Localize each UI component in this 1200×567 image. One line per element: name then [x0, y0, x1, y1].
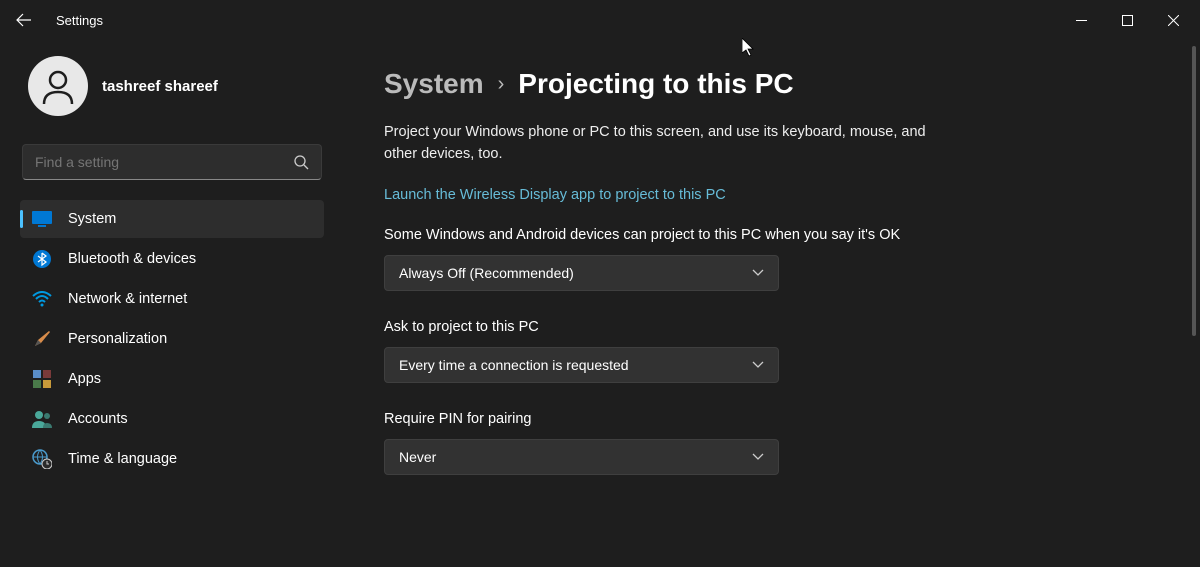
wifi-icon: [32, 289, 52, 309]
nav-item-time-language[interactable]: Time & language: [20, 440, 324, 478]
main-scrollbar[interactable]: [1192, 46, 1196, 557]
page-description: Project your Windows phone or PC to this…: [384, 122, 944, 166]
minimize-icon: [1076, 15, 1087, 26]
project-permission-dropdown[interactable]: Always Off (Recommended): [384, 255, 779, 291]
dropdown-value: Never: [399, 449, 436, 465]
minimize-button[interactable]: [1058, 0, 1104, 40]
avatar: [28, 56, 88, 116]
nav-item-accounts[interactable]: Accounts: [20, 400, 324, 438]
setting-label: Require PIN for pairing: [384, 409, 944, 429]
window-controls: [1058, 0, 1196, 40]
nav-label: Network & internet: [68, 291, 187, 307]
nav-label: Time & language: [68, 451, 177, 467]
nav-label: Bluetooth & devices: [68, 251, 196, 267]
page-title: Projecting to this PC: [518, 68, 793, 100]
person-icon: [38, 66, 78, 106]
nav-label: Personalization: [68, 331, 167, 347]
nav-list: System Bluetooth & devices Network & int…: [20, 200, 324, 478]
sidebar: tashreef shareef System Bluetooth & devi…: [0, 40, 340, 567]
nav-item-system[interactable]: System: [20, 200, 324, 238]
nav-item-bluetooth[interactable]: Bluetooth & devices: [20, 240, 324, 278]
back-arrow-icon: [16, 12, 32, 28]
dropdown-value: Every time a connection is requested: [399, 357, 629, 373]
profile-name: tashreef shareef: [102, 78, 218, 95]
nav-item-apps[interactable]: Apps: [20, 360, 324, 398]
setting-label: Ask to project to this PC: [384, 317, 944, 337]
globe-clock-icon: [32, 449, 52, 469]
scrollbar-thumb[interactable]: [1192, 46, 1196, 336]
nav-label: System: [68, 211, 116, 227]
ask-to-project-dropdown[interactable]: Every time a connection is requested: [384, 347, 779, 383]
nav-item-network[interactable]: Network & internet: [20, 280, 324, 318]
setting-label: Some Windows and Android devices can pro…: [384, 225, 944, 245]
search-icon: [293, 154, 309, 170]
search-box[interactable]: [22, 144, 322, 180]
maximize-button[interactable]: [1104, 0, 1150, 40]
search-input[interactable]: [35, 154, 293, 170]
close-button[interactable]: [1150, 0, 1196, 40]
chevron-down-icon: [752, 453, 764, 461]
back-button[interactable]: [4, 0, 44, 40]
titlebar: Settings: [0, 0, 1200, 40]
maximize-icon: [1122, 15, 1133, 26]
chevron-right-icon: ›: [498, 73, 505, 96]
nav-label: Apps: [68, 371, 101, 387]
chevron-down-icon: [752, 269, 764, 277]
bluetooth-icon: [32, 249, 52, 269]
close-icon: [1168, 15, 1179, 26]
breadcrumb-root[interactable]: System: [384, 68, 484, 100]
paintbrush-icon: [32, 329, 52, 349]
chevron-down-icon: [752, 361, 764, 369]
apps-icon: [32, 369, 52, 389]
breadcrumb: System › Projecting to this PC: [384, 68, 1140, 100]
window-title: Settings: [56, 13, 103, 28]
profile-section[interactable]: tashreef shareef: [20, 40, 324, 140]
monitor-icon: [32, 209, 52, 229]
launch-wireless-display-link[interactable]: Launch the Wireless Display app to proje…: [384, 187, 726, 203]
accounts-icon: [32, 409, 52, 429]
dropdown-value: Always Off (Recommended): [399, 265, 574, 281]
nav-label: Accounts: [68, 411, 128, 427]
nav-item-personalization[interactable]: Personalization: [20, 320, 324, 358]
main-content: System › Projecting to this PC Project y…: [340, 40, 1200, 567]
require-pin-dropdown[interactable]: Never: [384, 439, 779, 475]
